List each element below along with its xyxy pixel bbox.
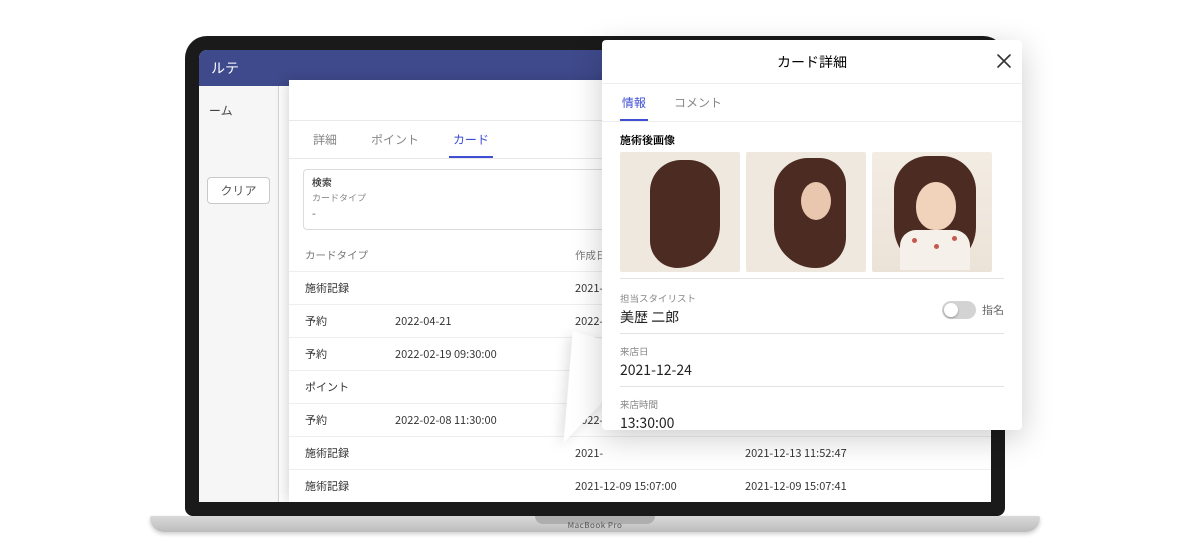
cell: 施術記録 [305, 478, 395, 494]
cell: 2021-12-13 11:52:47 [745, 445, 975, 461]
after-photo-1[interactable] [620, 152, 740, 272]
cell: 予約 [305, 412, 395, 428]
toggle-track [942, 301, 976, 319]
after-photo-2[interactable] [746, 152, 866, 272]
photos-section-title: 施術後画像 [620, 132, 1004, 148]
cell: 予約 [305, 313, 395, 329]
visit-date-label: 来店日 [620, 344, 1004, 358]
cell: 施術記録 [305, 445, 395, 461]
after-photo-3[interactable] [872, 152, 992, 272]
close-icon[interactable] [996, 49, 1012, 75]
modal-tabs: 情報 コメント [602, 84, 1022, 122]
cell: 2021-12-09 15:07:41 [745, 478, 975, 494]
table-row[interactable]: 施術記録 2021-12-09 15:07:002021-12-09 15:07:… [289, 470, 991, 503]
cell: 2021-12-09 15:07:00 [575, 478, 745, 494]
visit-date-value: 2021-12-24 [620, 360, 1004, 380]
card-detail-modal: カード詳細 情報 コメント 施術後画像 担当スタイリスト 美歴 二郎 [602, 40, 1022, 430]
tab-card[interactable]: カード [449, 121, 493, 158]
visit-date-field: 来店日 2021-12-24 [620, 340, 1004, 387]
modal-title: カード詳細 [777, 52, 847, 72]
sidebar-item-home[interactable]: ーム [199, 96, 278, 125]
modal-tab-comment[interactable]: コメント [672, 84, 724, 121]
table-row[interactable]: 施術記録2021-2021-12-13 11:52:47 [289, 437, 991, 470]
tab-detail[interactable]: 詳細 [309, 121, 341, 158]
cell: 2022-04-21 [395, 313, 575, 329]
col-card-type: カードタイプ [305, 248, 395, 263]
topbar-title-fragment: ルテ [211, 58, 239, 78]
photo-row [620, 152, 1004, 279]
toggle-label: 指名 [982, 302, 1004, 318]
nomination-toggle[interactable]: 指名 [942, 301, 1004, 319]
modal-header: カード詳細 [602, 40, 1022, 84]
cell: ポイント [305, 379, 395, 395]
stylist-field: 担当スタイリスト 美歴 二郎 指名 [620, 287, 1004, 334]
app-sidebar: ーム クリア [199, 86, 279, 502]
laptop-brand: MacBook Pro [568, 520, 623, 531]
cell: 2022-02-19 09:30:00 [395, 346, 575, 362]
clear-button[interactable]: クリア [207, 177, 270, 204]
visit-time-label: 来店時間 [620, 397, 1004, 411]
tab-point[interactable]: ポイント [367, 121, 423, 158]
modal-tab-info[interactable]: 情報 [620, 84, 648, 121]
visit-time-value: 13:30:00 [620, 413, 1004, 430]
table-row[interactable]: 施術記録2021-11-22 15:53:432021-12-06 10:41:… [289, 503, 991, 516]
visit-time-field: 来店時間 13:30:00 [620, 393, 1004, 430]
cell: 予約 [305, 346, 395, 362]
cell: 施術記録 [305, 280, 395, 296]
